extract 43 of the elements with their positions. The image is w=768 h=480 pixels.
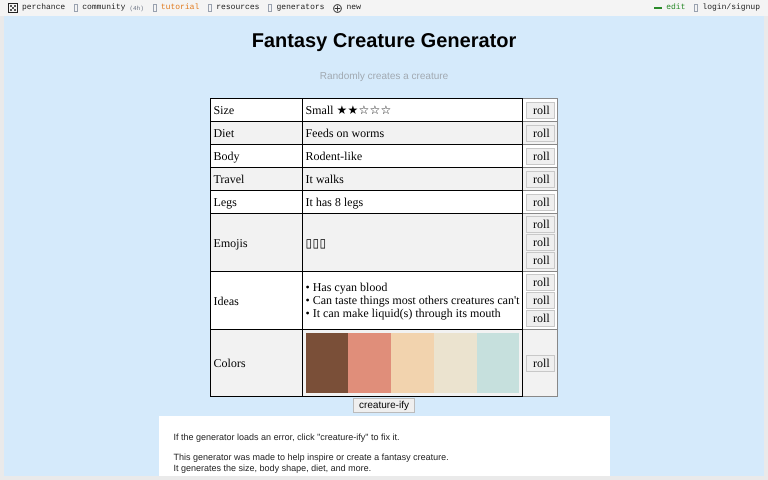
box-icon (694, 4, 698, 12)
subtitle: Randomly creates a creature (320, 70, 448, 84)
roll-button[interactable]: roll (526, 170, 555, 188)
roll-button[interactable]: roll (526, 102, 555, 118)
nav-link[interactable]: new (346, 2, 361, 14)
page-title: Fantasy Creature Generator (252, 29, 516, 53)
idea-text: • It can make liquid(s) through its mouth (306, 307, 502, 320)
box-icon (74, 4, 78, 12)
roll-button[interactable]: roll (526, 354, 555, 372)
row-label: Size (210, 98, 302, 122)
roll-button[interactable]: roll (526, 292, 555, 309)
value-text: Rodent-like (306, 149, 362, 163)
row-label: Colors (210, 330, 302, 396)
creature-ify-button[interactable]: creature-ify (352, 398, 415, 413)
nav-link[interactable]: resources (216, 2, 260, 14)
roll-button[interactable]: roll (526, 148, 555, 164)
nav-link[interactable]: edit (666, 2, 686, 14)
info-text: If the generator loads an error, click "creature-ify" to fix it. (174, 432, 400, 443)
roll-button[interactable]: roll (526, 310, 555, 327)
value-text: It walks (306, 172, 344, 186)
value-text: Feeds on worms (306, 126, 384, 140)
value-text: It has 8 legs (306, 195, 364, 209)
roll-button[interactable]: roll (526, 194, 555, 210)
box-icon (152, 4, 157, 12)
plus-circle-icon (333, 4, 342, 12)
roll-button[interactable]: roll (526, 274, 555, 291)
info-text: This generator was made to help inspire or create a fantasy creature. (174, 452, 450, 463)
roll-button[interactable]: roll (526, 234, 555, 251)
idea-text: • Can taste things most others creatures can't (306, 294, 520, 307)
idea-text: • Has cyan blood (306, 281, 388, 294)
dice-icon (8, 3, 18, 13)
nav-link[interactable]: community (82, 2, 126, 14)
info-text: It generates the size, body shape, diet, and more. (174, 463, 372, 474)
roll-button[interactable]: roll (526, 124, 555, 142)
nav-link[interactable]: login/signup (702, 2, 760, 14)
roll-button[interactable]: roll (526, 252, 555, 269)
value-text: ▯▯▯ (306, 236, 326, 250)
nav-link[interactable]: generators (276, 2, 324, 14)
box-icon (208, 4, 212, 12)
roll-button[interactable]: roll (526, 216, 555, 233)
box-icon (268, 4, 272, 12)
nav-link[interactable]: perchance (22, 2, 66, 14)
value-text: Small ★★☆☆☆ (306, 103, 392, 117)
